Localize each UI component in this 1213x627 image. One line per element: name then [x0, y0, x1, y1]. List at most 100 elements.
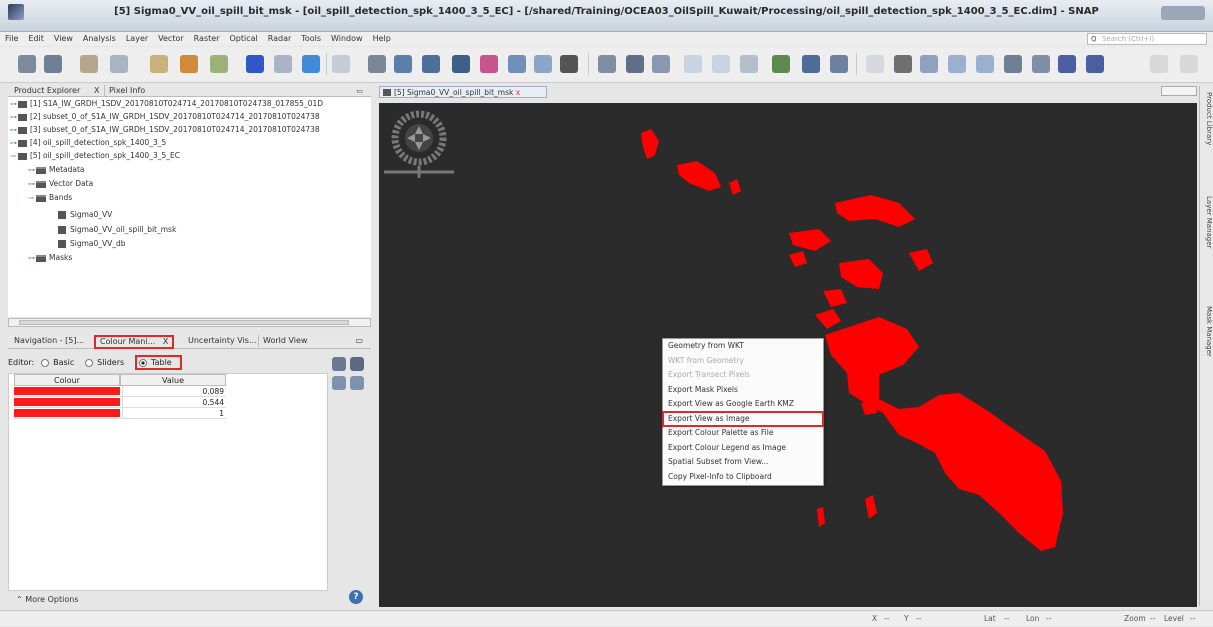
menu-item-export-kmz[interactable]: Export View as Google Earth KMZ — [663, 397, 823, 412]
export-icon[interactable] — [350, 376, 364, 390]
tab-close-icon[interactable]: X — [163, 337, 168, 346]
menu-layer[interactable]: Layer — [121, 32, 153, 46]
more-options[interactable]: ⌃ More Options — [8, 592, 371, 608]
tree-product-5[interactable]: ⊸ [5] oil_spill_detection_spk_1400_3_5_EC — [10, 149, 180, 162]
menu-item-export-mask-pixels[interactable]: Export Mask Pixels — [663, 383, 823, 398]
histogram-icon[interactable] — [422, 55, 440, 73]
tab-world-view[interactable]: World View — [258, 335, 311, 347]
magic-wand-icon[interactable] — [1086, 55, 1104, 73]
toolbar-overflow-icon[interactable] — [1150, 55, 1168, 73]
side-panel-mask-manager[interactable]: Mask Manager — [1201, 306, 1213, 357]
sigma-icon[interactable] — [560, 55, 578, 73]
tab-uncertainty-visualisation[interactable]: Uncertainty Vis... — [184, 335, 261, 347]
menu-item-export-colour-palette[interactable]: Export Colour Palette as File — [663, 426, 823, 441]
value-cell[interactable]: 0.544 — [122, 397, 226, 408]
minimize-panel-icon[interactable]: ▭ — [352, 85, 367, 97]
scatter-plot-icon[interactable] — [534, 55, 552, 73]
menu-item-copy-pixel-info[interactable]: Copy Pixel-Info to Clipboard — [663, 470, 823, 485]
radio-basic[interactable] — [41, 358, 50, 367]
select-tool-icon[interactable] — [866, 55, 884, 73]
colour-swatch[interactable] — [14, 387, 120, 395]
batch-processing-icon[interactable] — [802, 55, 820, 73]
colour-swatch[interactable] — [14, 409, 120, 417]
tree-folder-vector-data[interactable]: ⊶ Vector Data — [28, 177, 93, 190]
sync-views-icon[interactable] — [684, 55, 702, 73]
graticule-icon[interactable] — [652, 55, 670, 73]
mode-basic[interactable]: Basic — [41, 358, 78, 367]
side-panel-product-library[interactable]: Product Library — [1201, 92, 1213, 145]
rectangle-tool-icon[interactable] — [1058, 55, 1076, 73]
undo-icon[interactable] — [80, 55, 98, 73]
tree-product-2[interactable]: ⊶ [2] subset_0_of_S1A_IW_GRDH_1SDV_201708… — [10, 110, 320, 123]
edit-tool-icon[interactable] — [368, 55, 386, 73]
pan-tool-icon[interactable] — [894, 55, 912, 73]
colour-swatch[interactable] — [14, 398, 120, 406]
tree-band-sigma0-vv[interactable]: Sigma0_VV — [58, 208, 112, 221]
rgb-image-icon[interactable] — [246, 55, 264, 73]
collapse-icon[interactable]: ⊸ — [10, 150, 18, 163]
tab-navigation[interactable]: Navigation - [5]... — [10, 335, 88, 347]
menu-help[interactable]: Help — [368, 32, 396, 46]
statistics-icon[interactable] — [452, 55, 470, 73]
chart-icon[interactable] — [180, 55, 198, 73]
menu-tools[interactable]: Tools — [296, 32, 326, 46]
profile-plot-icon[interactable] — [508, 55, 526, 73]
menu-window[interactable]: Window — [326, 32, 368, 46]
horizontal-scrollbar[interactable] — [8, 318, 371, 327]
polyline-tool-icon[interactable] — [1032, 55, 1050, 73]
table-row[interactable]: 1 — [14, 408, 226, 419]
gcp-manager-icon[interactable] — [626, 55, 644, 73]
value-cell[interactable]: 1 — [122, 408, 226, 419]
menu-item-geometry-from-wkt[interactable]: Geometry from WKT — [663, 339, 823, 354]
pin-placing-icon[interactable] — [948, 55, 966, 73]
tree-band-oil-spill-mask[interactable]: Sigma0_VV_oil_spill_bit_msk — [58, 223, 176, 236]
sync-cursor-icon[interactable] — [712, 55, 730, 73]
gcp-placing-icon[interactable] — [976, 55, 994, 73]
scrollbar-thumb[interactable] — [19, 320, 349, 325]
tree-folder-bands[interactable]: ⊸ Bands — [28, 191, 72, 204]
graph-icon[interactable] — [210, 55, 228, 73]
menu-edit[interactable]: Edit — [23, 32, 49, 46]
expand-icon[interactable]: ⊶ — [28, 252, 36, 265]
information-icon[interactable] — [480, 55, 498, 73]
graph-builder-icon[interactable] — [772, 55, 790, 73]
wind-icon[interactable] — [302, 55, 320, 73]
spectrum-icon[interactable] — [394, 55, 412, 73]
expand-icon[interactable]: ⊶ — [28, 178, 36, 191]
tab-pixel-info[interactable]: Pixel Info — [104, 85, 149, 97]
menu-vector[interactable]: Vector — [153, 32, 189, 46]
polygon-tool-icon[interactable] — [332, 55, 350, 73]
radio-table[interactable] — [139, 358, 148, 367]
worldmap-icon[interactable] — [274, 55, 292, 73]
multi-apply-icon[interactable] — [350, 357, 364, 371]
window-controls[interactable] — [1161, 6, 1205, 20]
menu-item-export-colour-legend[interactable]: Export Colour Legend as Image — [663, 441, 823, 456]
rgb-profile-icon[interactable] — [830, 55, 848, 73]
reset-icon[interactable] — [332, 357, 346, 371]
search-input[interactable]: Q Search (Ctrl+I) — [1087, 33, 1207, 45]
redo-icon[interactable] — [110, 55, 128, 73]
collapse-icon[interactable]: ⊸ — [28, 192, 36, 205]
menu-analysis[interactable]: Analysis — [78, 32, 121, 46]
tree-band-sigma0-vv-db[interactable]: Sigma0_VV_db — [58, 237, 126, 250]
open-product-icon[interactable] — [18, 55, 36, 73]
mode-sliders[interactable]: Sliders — [85, 358, 128, 367]
expand-icon[interactable]: ⊶ — [28, 164, 36, 177]
minimize-panel-icon[interactable]: ▭ — [351, 335, 367, 347]
menu-radar[interactable]: Radar — [263, 32, 297, 46]
tree-folder-masks[interactable]: ⊶ Masks — [28, 251, 72, 264]
table-row[interactable]: 0.089 — [14, 386, 226, 397]
zoom-tool-icon[interactable] — [920, 55, 938, 73]
value-cell[interactable]: 0.089 — [122, 386, 226, 397]
overlay-icon[interactable] — [740, 55, 758, 73]
view-window-controls[interactable] — [1161, 86, 1197, 96]
image-view-tab[interactable]: [5] Sigma0_VV_oil_spill_bit_msk x — [379, 86, 547, 98]
tab-close-icon[interactable]: X — [90, 85, 103, 97]
radio-sliders[interactable] — [85, 358, 94, 367]
tab-product-explorer[interactable]: Product Explorer — [10, 85, 84, 97]
menu-file[interactable]: File — [0, 32, 23, 46]
pin-manager-icon[interactable] — [598, 55, 616, 73]
side-panel-layer-manager[interactable]: Layer Manager — [1201, 196, 1213, 248]
menu-optical[interactable]: Optical — [224, 32, 262, 46]
save-product-icon[interactable] — [44, 55, 62, 73]
